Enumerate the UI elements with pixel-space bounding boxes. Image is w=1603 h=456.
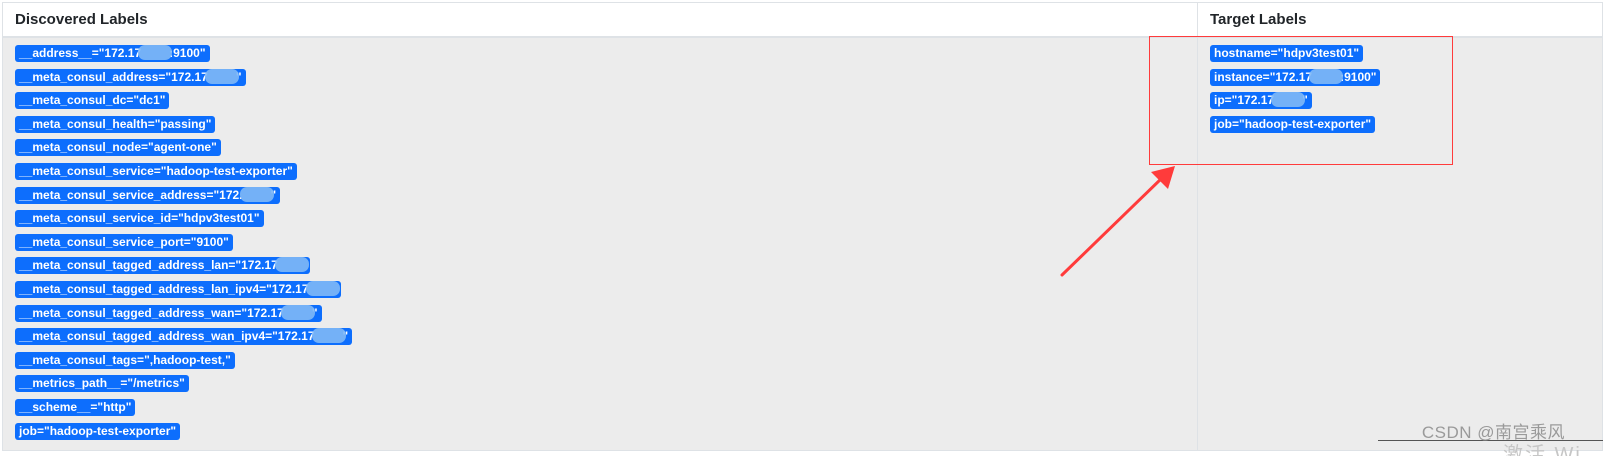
label-badge: __metrics_path__="/metrics" (15, 375, 189, 393)
label-badge: __meta_consul_tagged_address_wan="172.17… (15, 304, 322, 322)
label-badge: __meta_consul_service_address="172." (15, 186, 281, 204)
label-text: ip="172.17 (1214, 93, 1275, 108)
label-text: __meta_consul_tagged_address_wan_ipv4="1… (19, 329, 315, 344)
label-text: __metrics_path__="/metrics" (19, 376, 185, 391)
label-badge: job="hadoop-test-exporter" (1210, 115, 1376, 133)
label-text: __meta_consul_service_address="172. (19, 187, 243, 202)
label-badge: __address__="172.17 :9100" (15, 45, 210, 62)
label-badge: __meta_consul_tagged_address_lan="172.17 (15, 257, 310, 275)
redaction-blur (305, 280, 340, 296)
label-badge: __meta_consul_address="172.17" (15, 68, 246, 86)
redaction-blur (280, 304, 315, 320)
watermark: CSDN @南宫乘风 (1421, 423, 1565, 442)
label-text: __meta_consul_dc="dc1" (19, 93, 166, 108)
redaction-blur (239, 186, 274, 202)
label-text: __address__="172.17 (19, 46, 142, 60)
discovered-labels-cell: __address__="172.17 :9100" __meta_consul_a… (2, 36, 1198, 452)
label-text: __scheme__="http" (19, 399, 132, 414)
label-text: __meta_consul_tagged_address_lan_ipv4="1… (19, 281, 309, 296)
label-badge: __meta_consul_dc="dc1" (15, 92, 170, 110)
label-text: job="hadoop-test-exporter" (19, 423, 177, 438)
label-text: hostname="hdpv3test01" (1214, 46, 1360, 60)
label-badge: __meta_consul_health="passing" (15, 115, 216, 133)
label-text-suffix: :9100" (1340, 69, 1377, 84)
target-label-list: hostname="hdpv3test01" instance="172.17 :9… (1210, 45, 1590, 139)
label-badge: __meta_consul_tagged_address_wan_ipv4="1… (15, 328, 353, 346)
label-badge: __meta_consul_service="hadoop-test-expor… (15, 162, 297, 180)
redaction-blur (1271, 92, 1306, 108)
label-text: __meta_consul_tagged_address_wan="172.17 (19, 305, 284, 320)
label-text: __meta_consul_service_id="hdpv3test01" (19, 211, 260, 226)
label-badge: __meta_consul_service_port="9100" (15, 233, 233, 251)
discovered-label-list: __address__="172.17 :9100" __meta_consul_a… (15, 45, 1185, 446)
label-text: __meta_consul_tagged_address_lan="172.17 (19, 258, 278, 273)
labels-table: Discovered Labels Target Labels __addres… (2, 2, 1603, 452)
label-text: __meta_consul_service_port="9100" (19, 234, 229, 249)
redaction-blur (138, 45, 173, 60)
table-row: __address__="172.17 :9100" __meta_consul_a… (2, 36, 1603, 452)
label-text: __meta_consul_node="agent-one" (19, 140, 217, 155)
page: Discovered Labels Target Labels __addres… (0, 0, 1603, 456)
discovered-labels-header: Discovered Labels (2, 2, 1198, 38)
redaction-blur (1309, 68, 1344, 84)
label-badge: __meta_consul_tags=",hadoop-test," (15, 351, 235, 369)
redaction-blur (204, 68, 239, 84)
label-text: __meta_consul_health="passing" (19, 116, 212, 131)
label-text: job="hadoop-test-exporter" (1214, 116, 1372, 131)
target-labels-header: Target Labels (1197, 2, 1603, 38)
target-labels-cell: hostname="hdpv3test01" instance="172.17 :9… (1197, 36, 1603, 452)
label-badge: ip="172.17" (1210, 92, 1312, 110)
label-badge: __meta_consul_node="agent-one" (15, 139, 221, 157)
redaction-blur (311, 328, 346, 344)
label-text: __meta_consul_service="hadoop-test-expor… (19, 163, 293, 178)
label-text-suffix: :9100" (169, 46, 206, 60)
redaction-blur (274, 257, 309, 273)
label-badge: job="hadoop-test-exporter" (15, 422, 181, 440)
label-badge: __meta_consul_tagged_address_lan_ipv4="1… (15, 280, 341, 298)
label-text: instance="172.17 (1214, 69, 1313, 84)
label-text: __meta_consul_address="172.17 (19, 69, 208, 84)
label-badge: __meta_consul_service_id="hdpv3test01" (15, 210, 264, 228)
label-badge: __scheme__="http" (15, 398, 136, 416)
label-badge: instance="172.17 :9100" (1210, 68, 1381, 86)
label-badge: hostname="hdpv3test01" (1210, 45, 1364, 62)
label-text: __meta_consul_tags=",hadoop-test," (19, 352, 231, 367)
